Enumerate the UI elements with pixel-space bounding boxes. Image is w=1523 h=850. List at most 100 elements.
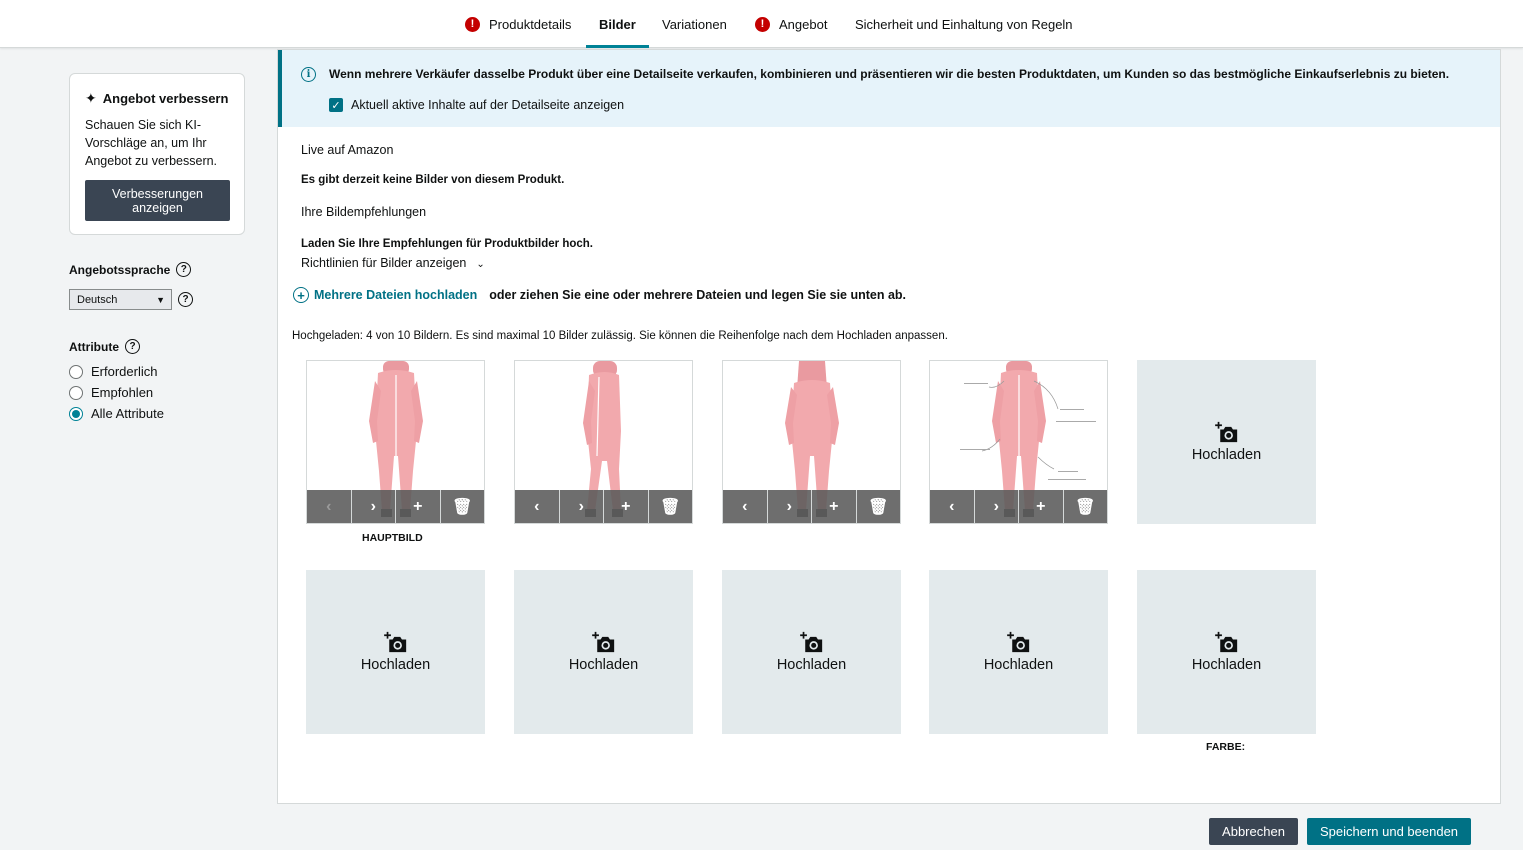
- move-left-button[interactable]: ‹: [930, 490, 975, 523]
- guidelines-toggle[interactable]: Richtlinien für Bilder anzeigen ⌄: [301, 256, 485, 270]
- help-icon[interactable]: ?: [176, 262, 192, 277]
- move-right-button[interactable]: ›: [559, 490, 604, 523]
- checkbox-checked[interactable]: ✓: [329, 98, 343, 112]
- color-caption: FARBE:: [1206, 741, 1246, 753]
- add-button[interactable]: +: [1019, 490, 1064, 523]
- upload-slot-9[interactable]: Hochladen: [929, 570, 1108, 734]
- add-photo-icon: [591, 631, 614, 653]
- language-label-row: Angebotssprache ?: [69, 262, 192, 277]
- image-slot-3[interactable]: ‹ › + 🗑: [722, 360, 901, 524]
- tab-label: Angebot: [779, 16, 828, 32]
- language-value: Deutsch: [77, 293, 118, 306]
- upload-slot-5[interactable]: Hochladen: [1137, 360, 1316, 524]
- tab-label: Bilder: [599, 16, 636, 32]
- add-button[interactable]: +: [604, 490, 649, 523]
- move-right-button[interactable]: ›: [974, 490, 1019, 523]
- main-image-caption: HAUPTBILD: [362, 532, 423, 544]
- chevron-down-icon: ⌄: [476, 259, 485, 270]
- delete-button[interactable]: 🗑: [440, 490, 484, 523]
- cancel-button[interactable]: Abbrechen: [1209, 818, 1298, 845]
- upload-slot-6[interactable]: Hochladen: [306, 570, 485, 734]
- radio-button-selected[interactable]: [69, 406, 83, 421]
- image-slot-4[interactable]: ‹ › + 🗑: [929, 360, 1108, 524]
- add-photo-icon: [799, 631, 822, 653]
- upload-row: + Mehrere Dateien hochladen oder ziehen …: [293, 287, 906, 303]
- recommendations-heading: Ihre Bildempfehlungen: [301, 205, 427, 219]
- language-select[interactable]: Deutsch ▼: [69, 289, 172, 310]
- image-toolbar: ‹ › + 🗑: [515, 490, 692, 523]
- add-photo-icon: [1006, 631, 1029, 653]
- radio-label: Erforderlich: [91, 364, 158, 379]
- delete-button[interactable]: 🗑: [856, 490, 900, 523]
- live-heading: Live auf Amazon: [301, 143, 394, 157]
- top-tab-bar: ! Produktdetails Bilder Variationen ! An…: [0, 0, 1523, 48]
- radio-label: Alle Attribute: [91, 406, 164, 421]
- drag-hint: oder ziehen Sie eine oder mehrere Dateie…: [489, 288, 907, 302]
- improve-title-text: Angebot verbessern: [102, 91, 229, 106]
- delete-button[interactable]: 🗑: [1063, 490, 1107, 523]
- tab-sicherheit[interactable]: Sicherheit und Einhaltung von Regeln: [855, 0, 1073, 48]
- move-right-button[interactable]: ›: [351, 490, 396, 523]
- radio-empfohlen[interactable]: Empfohlen: [69, 385, 153, 400]
- move-left-button[interactable]: ‹: [723, 490, 768, 523]
- tab-variationen[interactable]: Variationen: [662, 0, 727, 48]
- upload-label: Hochladen: [568, 657, 639, 673]
- radio-button[interactable]: [69, 364, 83, 379]
- info-icon: i: [301, 67, 316, 82]
- radio-erforderlich[interactable]: Erforderlich: [69, 364, 157, 379]
- upload-label: Hochladen: [1191, 447, 1262, 463]
- tab-label: Produktdetails: [489, 16, 572, 32]
- upload-slot-8[interactable]: Hochladen: [722, 570, 901, 734]
- guidelines-label: Richtlinien für Bilder anzeigen: [301, 256, 467, 270]
- save-and-finish-button[interactable]: Speichern und beenden: [1307, 818, 1471, 845]
- upload-label: Hochladen: [1191, 657, 1262, 673]
- no-images-text: Es gibt derzeit keine Bilder von diesem …: [301, 174, 565, 186]
- upload-prompt: Laden Sie Ihre Empfehlungen für Produktb…: [301, 238, 593, 250]
- radio-alle-attribute[interactable]: Alle Attribute: [69, 406, 164, 421]
- tab-bilder[interactable]: Bilder: [586, 0, 649, 48]
- add-photo-icon: [1214, 631, 1237, 653]
- move-left-button[interactable]: ‹: [307, 490, 352, 523]
- upload-label: Hochladen: [983, 657, 1054, 673]
- tab-produktdetails[interactable]: ! Produktdetails: [465, 0, 571, 48]
- show-live-checkbox-row[interactable]: ✓ Aktuell aktive Inhalte auf der Details…: [329, 98, 624, 112]
- info-banner: i Wenn mehrere Verkäufer dasselbe Produk…: [278, 50, 1500, 127]
- radio-label: Empfohlen: [91, 385, 154, 400]
- image-slot-2[interactable]: ‹ › + 🗑: [514, 360, 693, 524]
- improve-title: ✦ Angebot verbessern: [85, 90, 229, 107]
- tab-label: Variationen: [662, 16, 727, 32]
- upload-slot-color[interactable]: Hochladen: [1137, 570, 1316, 734]
- image-slot-1[interactable]: ‹ › + 🗑: [306, 360, 485, 524]
- move-left-button[interactable]: ‹: [515, 490, 560, 523]
- attributes-label: Attribute: [69, 339, 119, 354]
- help-icon[interactable]: ?: [125, 339, 140, 354]
- info-text: Wenn mehrere Verkäufer dasselbe Produkt …: [329, 67, 1450, 81]
- upload-label: Hochladen: [776, 657, 847, 673]
- images-panel: i Wenn mehrere Verkäufer dasselbe Produk…: [277, 49, 1501, 804]
- upload-multiple-link[interactable]: Mehrere Dateien hochladen: [314, 288, 477, 302]
- sparkle-icon: ✦: [85, 90, 97, 106]
- move-right-button[interactable]: ›: [767, 490, 812, 523]
- upload-label: Hochladen: [360, 657, 431, 673]
- add-photo-icon: [383, 631, 406, 653]
- improve-description: Schauen Sie sich KI-Vorschläge an, um Ih…: [85, 118, 218, 168]
- image-toolbar: ‹ › + 🗑: [930, 490, 1107, 523]
- upload-slot-7[interactable]: Hochladen: [514, 570, 693, 734]
- upload-status: Hochgeladen: 4 von 10 Bildern. Es sind m…: [292, 330, 948, 342]
- attributes-label-row: Attribute ?: [69, 339, 140, 354]
- help-icon[interactable]: ?: [178, 292, 193, 307]
- radio-button[interactable]: [69, 385, 83, 400]
- add-photo-icon: [1214, 421, 1237, 443]
- checkbox-label: Aktuell aktive Inhalte auf der Detailsei…: [351, 98, 625, 112]
- error-icon: !: [465, 16, 480, 32]
- image-toolbar: ‹ › + 🗑: [723, 490, 900, 523]
- add-button[interactable]: +: [396, 490, 441, 523]
- delete-button[interactable]: 🗑: [648, 490, 692, 523]
- language-label: Angebotssprache: [69, 262, 171, 277]
- show-improvements-button[interactable]: Verbesserungen anzeigen: [85, 180, 230, 221]
- chevron-down-icon: ▼: [156, 294, 165, 305]
- add-button[interactable]: +: [812, 490, 857, 523]
- add-circle-icon[interactable]: +: [293, 287, 309, 303]
- tab-angebot[interactable]: ! Angebot: [755, 0, 827, 48]
- tab-label: Sicherheit und Einhaltung von Regeln: [855, 16, 1073, 32]
